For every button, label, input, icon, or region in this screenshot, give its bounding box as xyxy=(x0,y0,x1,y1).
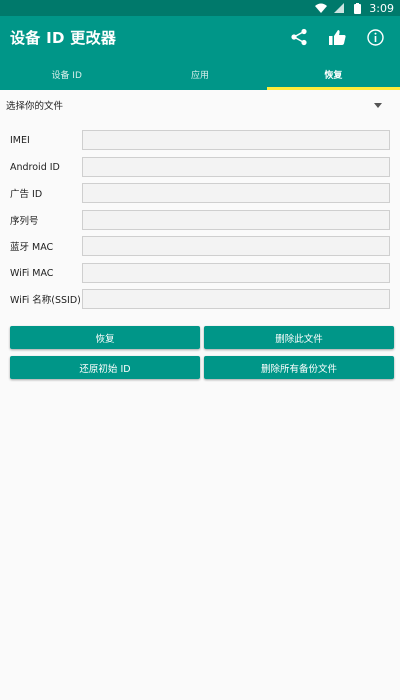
imei-label: IMEI xyxy=(10,134,30,146)
wifi-mac-field[interactable] xyxy=(82,263,390,283)
signal-icon xyxy=(333,2,345,14)
app-title: 设备 ID 更改器 xyxy=(10,28,117,47)
serial-field[interactable] xyxy=(82,210,390,230)
tab-restore[interactable]: 恢复 xyxy=(266,58,400,90)
wifi-mac-row: WiFi MAC xyxy=(10,262,390,284)
imei-field[interactable] xyxy=(82,130,390,150)
tab-apps[interactable]: 应用 xyxy=(133,58,266,90)
bluetooth-mac-field[interactable] xyxy=(82,236,390,256)
ad-id-label: 广告 ID xyxy=(10,189,43,200)
file-select-dropdown[interactable]: 选择你的文件 xyxy=(6,96,392,114)
bluetooth-mac-label: 蓝牙 MAC xyxy=(10,242,54,253)
wifi-ssid-field[interactable] xyxy=(82,289,390,309)
tab-device-id[interactable]: 设备 ID xyxy=(0,58,133,90)
thumbs-up-icon[interactable] xyxy=(322,22,352,52)
android-id-field[interactable] xyxy=(82,157,390,177)
dropdown-arrow-icon xyxy=(374,102,382,108)
serial-label: 序列号 xyxy=(10,216,39,227)
ad-id-field[interactable] xyxy=(82,183,390,203)
status-bar: 3:09 xyxy=(0,0,400,16)
android-id-row: Android ID xyxy=(10,156,390,178)
wifi-ssid-row: WiFi 名称(SSID) xyxy=(10,288,390,310)
share-icon[interactable] xyxy=(284,22,314,52)
battery-icon xyxy=(351,2,363,14)
delete-file-button[interactable]: 删除此文件 xyxy=(204,326,394,349)
tab-bar: 设备 ID 应用 恢复 xyxy=(0,58,400,90)
file-select-label: 选择你的文件 xyxy=(6,101,64,112)
status-time: 3:09 xyxy=(369,1,394,15)
imei-row: IMEI xyxy=(10,129,390,151)
delete-all-backups-button[interactable]: 删除所有备份文件 xyxy=(204,356,394,379)
bluetooth-mac-row: 蓝牙 MAC xyxy=(10,235,390,257)
ad-id-row: 广告 ID xyxy=(10,182,390,204)
info-icon[interactable] xyxy=(360,22,390,52)
wifi-icon xyxy=(315,2,328,14)
app-bar: 设备 ID 更改器 xyxy=(0,16,400,58)
restore-original-id-button[interactable]: 还原初始 ID xyxy=(10,356,200,379)
android-id-label: Android ID xyxy=(10,161,60,173)
restore-button[interactable]: 恢复 xyxy=(10,326,200,349)
wifi-ssid-label: WiFi 名称(SSID) xyxy=(10,295,81,306)
wifi-mac-label: WiFi MAC xyxy=(10,267,54,279)
serial-row: 序列号 xyxy=(10,209,390,231)
